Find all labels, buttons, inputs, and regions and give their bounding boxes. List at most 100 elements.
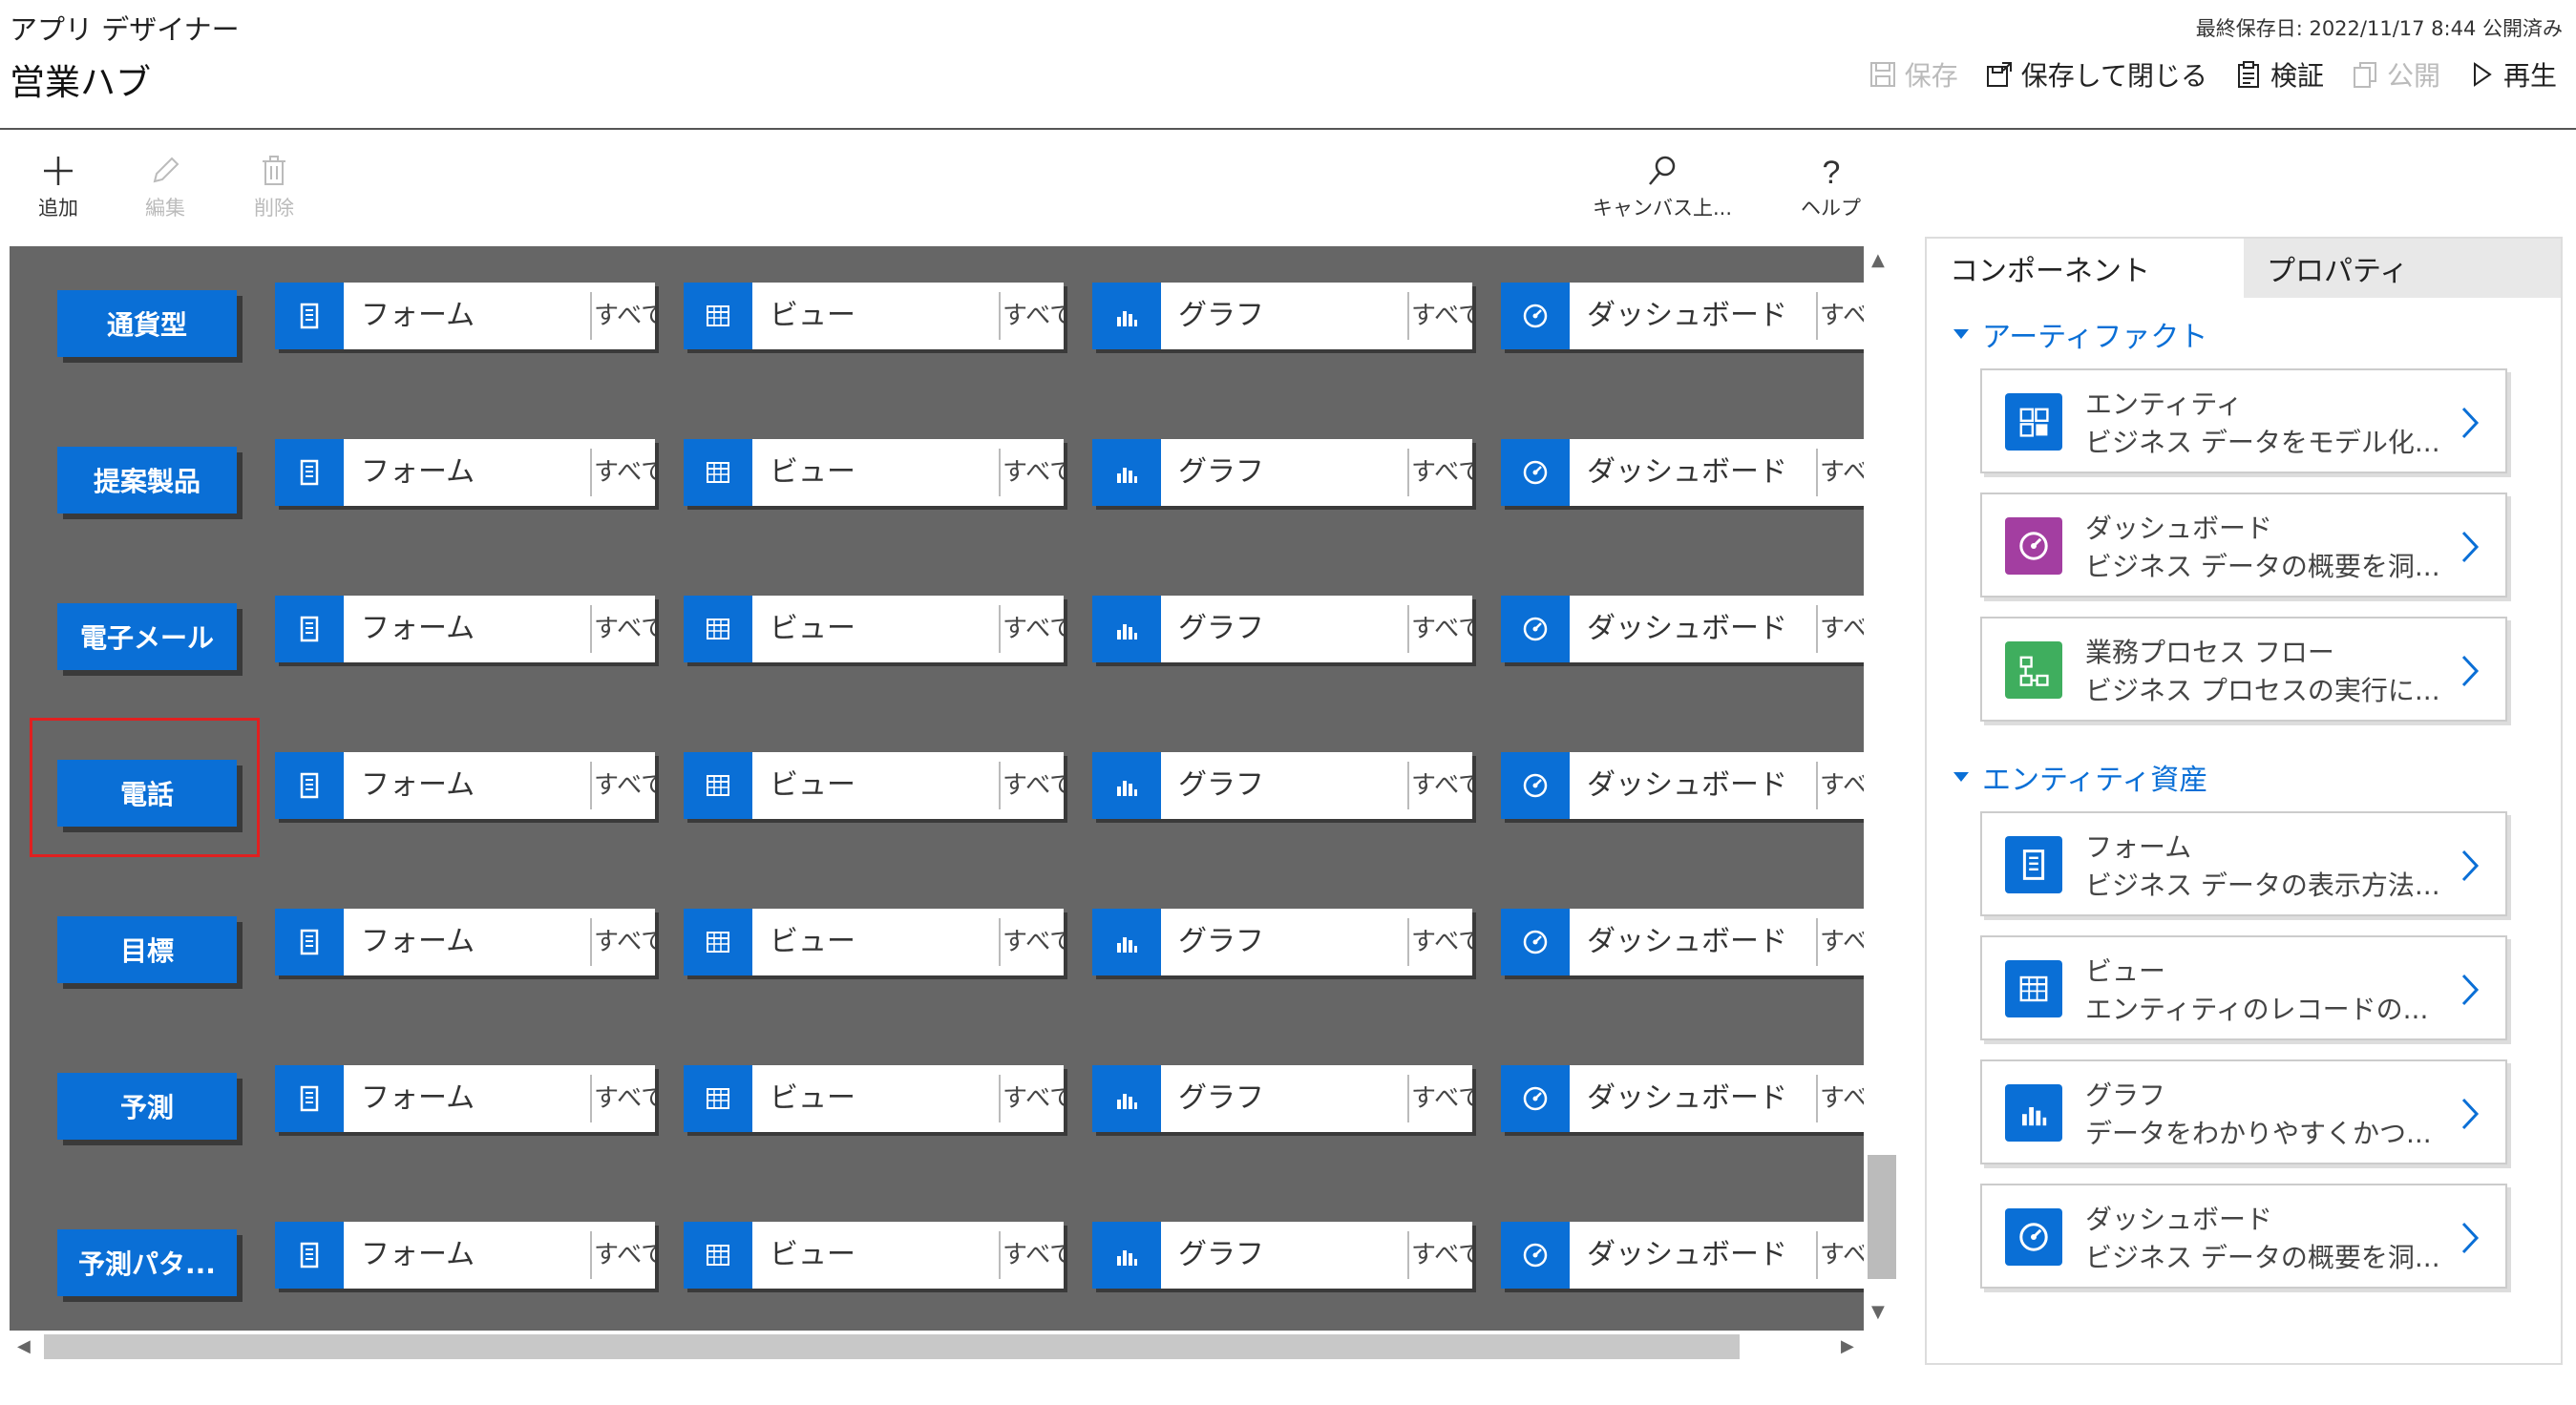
chart-tile[interactable]: グラフ すべて [1092, 439, 1472, 506]
view-tile[interactable]: ビュー すべて [684, 909, 1064, 975]
app-name: アプリ デザイナー [10, 13, 240, 46]
view-tile[interactable]: ビュー すべて [684, 596, 1064, 662]
form-tile[interactable]: フォーム すべて [275, 752, 655, 819]
chart-tile[interactable]: グラフ すべて [1092, 1065, 1472, 1132]
form-icon [2005, 836, 2062, 893]
view-all-selector[interactable]: すべて [1003, 752, 1064, 819]
chart-tile[interactable]: グラフ すべて [1092, 752, 1472, 819]
save-button[interactable]: 保存 [1869, 55, 1958, 94]
form-all-selector[interactable]: すべて [594, 1222, 655, 1289]
app-designer-canvas[interactable]: 通貨型フォームすべてビューすべてグラフすべてダッシュボードすべて提案製品フォーム… [10, 246, 1864, 1331]
view-icon [2005, 960, 2062, 1017]
search-canvas-button[interactable]: キャンバス上... [1593, 153, 1732, 221]
add-button[interactable]: 追加 [38, 153, 78, 221]
edit-button[interactable]: 編集 [145, 153, 185, 221]
entity-assets-section-header[interactable]: エンティティ資産 [1952, 756, 2207, 798]
view-all-selector[interactable]: すべて [1003, 909, 1064, 975]
dashboard-all-selector[interactable]: すべて [1820, 596, 1864, 662]
form-tile[interactable]: フォーム すべて [275, 1222, 655, 1289]
scroll-down-icon[interactable]: ▼ [1871, 1302, 1885, 1322]
form-all-selector[interactable]: すべて [594, 439, 655, 506]
view-all-selector[interactable]: すべて [1003, 1065, 1064, 1132]
chart-all-selector[interactable]: すべて [1411, 283, 1472, 349]
chart-tile[interactable]: グラフ すべて [1092, 596, 1472, 662]
vertical-scroll-thumb[interactable] [1868, 1155, 1896, 1279]
tile-divider [1816, 605, 1818, 653]
form-tile[interactable]: フォーム すべて [275, 1065, 655, 1132]
scroll-left-icon[interactable]: ◀ [17, 1336, 31, 1356]
form-tile[interactable]: フォーム すべて [275, 909, 655, 975]
component-card[interactable]: ダッシュボード ビジネス データの概要を洞... [1980, 493, 2507, 598]
chart-tile[interactable]: グラフ すべて [1092, 909, 1472, 975]
play-button[interactable]: 再生 [2467, 55, 2557, 94]
horizontal-scroll-thumb[interactable] [44, 1334, 1740, 1359]
entity-button[interactable]: 提案製品 [57, 447, 237, 514]
trash-icon [263, 156, 285, 185]
form-all-selector[interactable]: すべて [594, 283, 655, 349]
dashboard-all-selector[interactable]: すべて [1820, 1065, 1864, 1132]
dashboard-all-selector[interactable]: すべて [1820, 909, 1864, 975]
artifacts-section-header[interactable]: アーティファクト [1952, 313, 2207, 355]
chart-all-selector[interactable]: すべて [1411, 752, 1472, 819]
help-button[interactable]: ? ヘルプ [1801, 153, 1861, 221]
dashboard-all-selector[interactable]: すべて [1820, 439, 1864, 506]
chart-all-selector[interactable]: すべて [1411, 909, 1472, 975]
component-card[interactable]: エンティティ ビジネス データをモデル化... [1980, 368, 2507, 473]
dashboard-tile[interactable]: ダッシュボードすべて [1501, 909, 1864, 975]
chart-all-selector[interactable]: すべて [1411, 439, 1472, 506]
form-all-selector[interactable]: すべて [594, 1065, 655, 1132]
form-tile[interactable]: フォーム すべて [275, 596, 655, 662]
form-tile[interactable]: フォーム すべて [275, 439, 655, 506]
form-all-selector[interactable]: すべて [594, 596, 655, 662]
chevron-right-icon [2461, 531, 2480, 563]
view-tile[interactable]: ビュー すべて [684, 1065, 1064, 1132]
view-tile[interactable]: ビュー すべて [684, 1222, 1064, 1289]
form-all-selector[interactable]: すべて [594, 909, 655, 975]
view-tile[interactable]: ビュー すべて [684, 439, 1064, 506]
view-tile[interactable]: ビュー すべて [684, 752, 1064, 819]
delete-button[interactable]: 削除 [254, 153, 294, 221]
dashboard-tile-label: ダッシュボード [1587, 768, 1787, 802]
form-all-selector[interactable]: すべて [594, 752, 655, 819]
form-icon [275, 909, 344, 975]
dashboard-tile[interactable]: ダッシュボードすべて [1501, 596, 1864, 662]
validate-button[interactable]: 検証 [2234, 55, 2324, 94]
component-card[interactable]: ビュー エンティティのレコードの... [1980, 935, 2507, 1040]
view-all-selector[interactable]: すべて [1003, 596, 1064, 662]
component-card[interactable]: 業務プロセス フロー ビジネス プロセスの実行に... [1980, 617, 2507, 722]
dashboard-tile[interactable]: ダッシュボードすべて [1501, 439, 1864, 506]
chart-tile[interactable]: グラフ すべて [1092, 1222, 1472, 1289]
entity-button[interactable]: 電子メール [57, 603, 237, 670]
entity-button[interactable]: 予測 [57, 1073, 237, 1140]
save-and-close-button[interactable]: 保存して閉じる [1985, 55, 2207, 94]
dashboard-all-selector[interactable]: すべて [1820, 283, 1864, 349]
view-tile[interactable]: ビュー すべて [684, 283, 1064, 349]
chart-all-selector[interactable]: すべて [1411, 1065, 1472, 1132]
entity-button[interactable]: 予測パタ... [57, 1229, 237, 1296]
scroll-up-icon[interactable]: ▲ [1871, 250, 1885, 270]
dashboard-all-selector[interactable]: すべて [1820, 1222, 1864, 1289]
component-card[interactable]: フォーム ビジネス データの表示方法... [1980, 811, 2507, 916]
publish-button[interactable]: 公開 [2351, 55, 2440, 94]
chart-all-selector[interactable]: すべて [1411, 596, 1472, 662]
chart-all-selector[interactable]: すべて [1411, 1222, 1472, 1289]
scroll-right-icon[interactable]: ▶ [1841, 1336, 1854, 1356]
chart-tile[interactable]: グラフ すべて [1092, 283, 1472, 349]
view-all-selector[interactable]: すべて [1003, 283, 1064, 349]
help-icon: ? [1822, 155, 1840, 189]
component-card[interactable]: ダッシュボード ビジネス データの概要を洞... [1980, 1184, 2507, 1289]
tab-properties[interactable]: プロパティ [2244, 239, 2561, 298]
component-card[interactable]: グラフ データをわかりやすくかつ... [1980, 1059, 2507, 1164]
tab-components[interactable]: コンポーネント [1927, 239, 2244, 298]
form-tile[interactable]: フォーム すべて [275, 283, 655, 349]
dashboard-tile[interactable]: ダッシュボードすべて [1501, 1222, 1864, 1289]
entity-button[interactable]: 目標 [57, 916, 237, 983]
entity-button[interactable]: 通貨型 [57, 290, 237, 357]
dashboard-tile-label: ダッシュボード [1587, 455, 1787, 489]
dashboard-all-selector[interactable]: すべて [1820, 752, 1864, 819]
view-all-selector[interactable]: すべて [1003, 1222, 1064, 1289]
view-all-selector[interactable]: すべて [1003, 439, 1064, 506]
dashboard-tile[interactable]: ダッシュボードすべて [1501, 752, 1864, 819]
dashboard-tile[interactable]: ダッシュボードすべて [1501, 1065, 1864, 1132]
dashboard-tile[interactable]: ダッシュボードすべて [1501, 283, 1864, 349]
